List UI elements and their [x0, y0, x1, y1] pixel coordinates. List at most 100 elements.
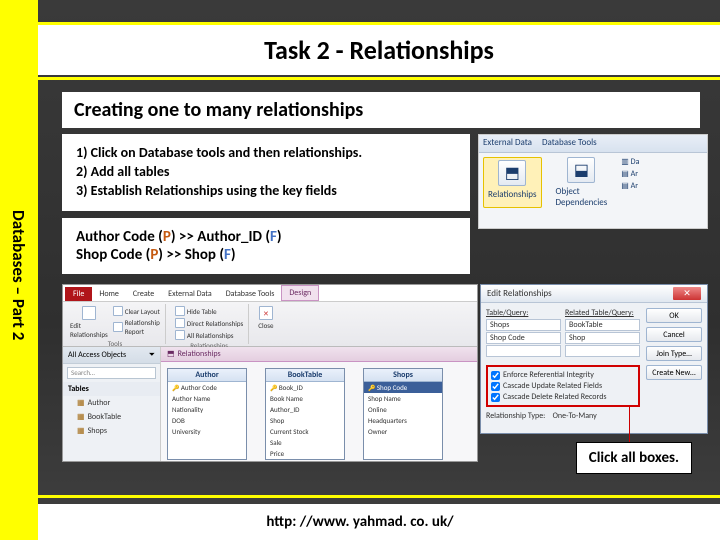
- map-text: ) >> Author_ID (: [171, 228, 270, 246]
- ribbon-tab-home[interactable]: Home: [92, 287, 126, 301]
- field-select[interactable]: Shop: [565, 332, 640, 344]
- field: Current Stock: [266, 426, 344, 437]
- relationships-tab-icon: ⬒: [167, 349, 175, 359]
- field-select[interactable]: [486, 345, 561, 357]
- object-dependencies-button[interactable]: ⬓ Object Dependencies: [556, 157, 608, 208]
- cancel-button[interactable]: Cancel: [646, 327, 702, 342]
- rule-top-1: [38, 22, 720, 25]
- rel-type-label: Relationship Type:: [486, 411, 545, 421]
- rule-bottom: [38, 495, 720, 498]
- field-selected: Shop Code: [364, 382, 442, 393]
- callout-box: Click all boxes.: [576, 442, 692, 474]
- side-item: ▤ Ar: [621, 169, 639, 179]
- file-tab[interactable]: File: [65, 287, 92, 301]
- chevron-down-icon[interactable]: ⏷: [149, 350, 155, 360]
- instruction-2: 2) Add all tables: [76, 163, 456, 180]
- grid-header: Table/Query:: [486, 308, 561, 318]
- field: Sale: [266, 437, 344, 448]
- ribbon-tab-create[interactable]: Create: [126, 287, 161, 301]
- button-label: Object Dependencies: [556, 186, 608, 208]
- table-title: BookTable: [266, 369, 344, 382]
- close-button[interactable]: ✕Close: [258, 306, 273, 330]
- field-select[interactable]: [565, 345, 640, 357]
- section-subtitle: Creating one to many relationships: [62, 92, 700, 128]
- cascade-delete-checkbox[interactable]: Cascade Delete Related Records: [491, 392, 635, 402]
- clear-layout-button[interactable]: Clear Layout: [113, 306, 160, 317]
- table-booktable[interactable]: BookTable Book_ID Book Name Author_ID Sh…: [265, 368, 345, 460]
- create-new-button[interactable]: Create New…: [646, 365, 702, 380]
- relationship-report-button[interactable]: Relationship Report: [113, 318, 160, 336]
- rel-type-value: One-To-Many: [553, 411, 597, 421]
- field: University: [168, 426, 246, 437]
- instruction-box: 1) Click on Database tools and then rela…: [62, 134, 470, 211]
- search-input[interactable]: Search…: [67, 367, 156, 379]
- table-shops[interactable]: Shops Shop Code Shop Name Online Headqua…: [363, 368, 443, 460]
- callout-connector: [629, 405, 630, 443]
- rule-top-2: [38, 77, 720, 80]
- instruction-3: 3) Establish Relationships using the key…: [76, 182, 456, 199]
- nav-group-tables[interactable]: Tables: [63, 382, 160, 396]
- dependencies-icon: ⬓: [567, 157, 595, 183]
- nav-object-booktable[interactable]: BookTable: [63, 410, 160, 424]
- nav-object-shops[interactable]: Shops: [63, 424, 160, 438]
- field-select[interactable]: Shop Code: [486, 332, 561, 344]
- map-text: Author Code (: [76, 228, 163, 246]
- relationships-icon: ⬒: [498, 160, 526, 186]
- field: Owner: [364, 426, 442, 437]
- field-mapping-box: Author Code (P) >> Author_ID (F) Shop Co…: [62, 218, 470, 274]
- table-select[interactable]: Shops: [486, 319, 561, 331]
- relationships-tab-label: Relationships: [178, 349, 221, 359]
- ribbon-tab-design[interactable]: Design: [281, 285, 319, 301]
- map-text: ) >> Shop (: [158, 246, 224, 264]
- ribbon-tab-database-tools[interactable]: Database Tools: [219, 287, 282, 301]
- all-relationships-button[interactable]: All Relationships: [175, 330, 243, 341]
- table-select[interactable]: BookTable: [565, 319, 640, 331]
- nav-object-author[interactable]: Author: [63, 396, 160, 410]
- cascade-update-checkbox[interactable]: Cascade Update Related Fields: [491, 381, 635, 391]
- side-item: ▥ Da: [621, 157, 639, 167]
- field: Book Name: [266, 393, 344, 404]
- field: DOB: [168, 415, 246, 426]
- edit-relationships-button[interactable]: Edit Relationships: [70, 306, 108, 339]
- sidebar-label: Databases – Part 2: [8, 210, 29, 340]
- foreign-key-marker: F: [270, 228, 277, 246]
- table-title: Author: [168, 369, 246, 382]
- hide-table-button[interactable]: Hide Table: [175, 306, 243, 317]
- direct-relationships-button[interactable]: Direct Relationships: [175, 318, 243, 329]
- join-type-button[interactable]: Join Type…: [646, 346, 702, 361]
- foreign-key-marker: F: [224, 246, 231, 264]
- ribbon-tab-external-data[interactable]: External Data: [161, 287, 219, 301]
- nav-title: All Access Objects: [68, 350, 126, 360]
- close-icon[interactable]: ✕: [673, 287, 701, 300]
- page-title: Task 2 - Relationships: [38, 25, 720, 75]
- access-screenshot: File Home Create External Data Database …: [62, 284, 478, 462]
- instruction-1: 1) Click on Database tools and then rela…: [76, 144, 456, 161]
- map-text: Shop Code (: [76, 246, 150, 264]
- dialog-title: Edit Relationships: [487, 288, 552, 299]
- field: Shop: [266, 415, 344, 426]
- table-author[interactable]: Author Author Code Author Name Nationali…: [167, 368, 247, 460]
- primary-key-marker: P: [163, 228, 171, 246]
- navigation-pane: All Access Objects ⏷ Search… Tables Auth…: [63, 347, 161, 461]
- field: Book_ID: [266, 382, 344, 393]
- field: Author_ID: [266, 404, 344, 415]
- ribbon-snippet: External Data Database Tools ⬒ Relations…: [478, 134, 708, 229]
- relationships-button[interactable]: ⬒ Relationships: [483, 157, 542, 208]
- enforce-integrity-checkbox[interactable]: Enforce Referential Integrity: [491, 370, 635, 380]
- edit-relationships-dialog: Edit Relationships ✕ Table/Query: Relate…: [480, 284, 708, 434]
- field: Author Code: [168, 382, 246, 393]
- ribbon-tab[interactable]: Database Tools: [542, 137, 597, 150]
- field: Shop Name: [364, 393, 442, 404]
- field: Online: [364, 404, 442, 415]
- table-title: Shops: [364, 369, 442, 382]
- field: Headquarters: [364, 415, 442, 426]
- field: Nationality: [168, 404, 246, 415]
- side-item: ▤ Ar: [621, 181, 639, 191]
- map-text: ): [277, 228, 282, 246]
- ribbon-tab[interactable]: External Data: [483, 137, 532, 150]
- field: Author Name: [168, 393, 246, 404]
- field: Price: [266, 448, 344, 459]
- grid-header: Related Table/Query:: [565, 308, 640, 318]
- ok-button[interactable]: OK: [646, 308, 702, 323]
- checkbox-highlight: Enforce Referential Integrity Cascade Up…: [486, 365, 640, 407]
